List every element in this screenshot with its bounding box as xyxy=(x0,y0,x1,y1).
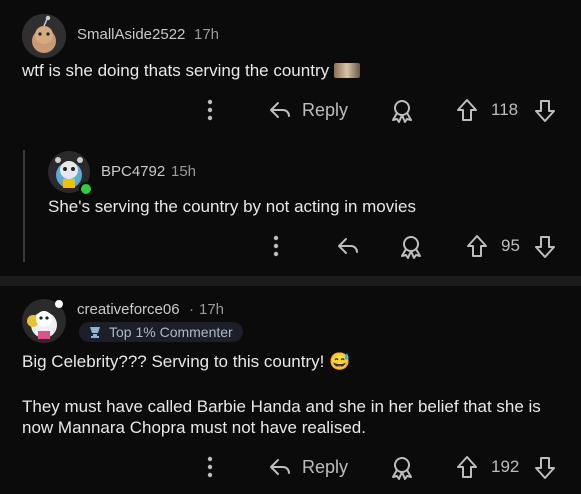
award-icon[interactable] xyxy=(389,98,415,124)
thread-line[interactable] xyxy=(23,150,25,262)
vote-count: 95 xyxy=(501,236,520,255)
downvote-button[interactable] xyxy=(533,234,557,260)
comment-author[interactable]: BPC4792 xyxy=(101,163,165,180)
comment-text: now Mannara Chopra must not have realise… xyxy=(22,418,366,437)
comment-text: They must have called Barbie Handa and s… xyxy=(22,397,541,416)
badge-label: Top 1% Commenter xyxy=(109,324,233,340)
upvote-button[interactable] xyxy=(465,233,489,259)
downvote-icon xyxy=(533,98,557,124)
reply-button[interactable]: Reply xyxy=(268,98,348,122)
upvote-button[interactable] xyxy=(455,97,479,123)
online-status-dot xyxy=(55,300,63,308)
downvote-icon xyxy=(533,455,557,481)
downvote-button[interactable] xyxy=(533,455,557,481)
online-status-dot xyxy=(79,182,93,196)
more-icon[interactable] xyxy=(204,455,216,479)
comment-text: Big Celebrity??? Serving to this country… xyxy=(22,352,351,371)
reply-icon xyxy=(336,234,360,258)
embedded-image[interactable] xyxy=(333,63,360,78)
comment-divider xyxy=(0,276,581,286)
award-icon[interactable] xyxy=(389,455,415,481)
upvote-button[interactable] xyxy=(455,454,479,480)
reply-icon xyxy=(268,98,292,122)
upvote-icon xyxy=(465,233,489,259)
reply-label: Reply xyxy=(302,99,349,120)
reply-button[interactable]: Reply xyxy=(268,455,348,479)
comment-time: 17h xyxy=(199,301,225,318)
award-icon[interactable] xyxy=(398,234,424,260)
comment-time: 15h xyxy=(171,163,197,180)
vote-count: 118 xyxy=(491,100,519,119)
comment-author[interactable]: creativeforce06 xyxy=(77,301,180,318)
downvote-icon xyxy=(533,234,557,260)
comment-text: wtf is she doing thats serving the count… xyxy=(22,61,330,80)
comment-text: She's serving the country by not acting … xyxy=(48,197,416,216)
separator-dot: · xyxy=(189,301,194,318)
upvote-icon xyxy=(455,97,479,123)
vote-count: 192 xyxy=(491,457,520,476)
comment-author[interactable]: SmallAside2522 xyxy=(77,26,185,43)
more-icon[interactable] xyxy=(270,234,282,258)
reply-label: Reply xyxy=(302,456,349,477)
reply-button[interactable] xyxy=(336,234,360,258)
reply-icon xyxy=(268,455,292,479)
avatar[interactable] xyxy=(22,14,66,58)
comment-time: 17h xyxy=(194,26,220,43)
downvote-button[interactable] xyxy=(533,98,557,124)
status-badge[interactable]: Top 1% Commenter xyxy=(79,322,243,342)
trophy-icon xyxy=(87,325,103,339)
upvote-icon xyxy=(455,454,479,480)
comment-body: wtf is she doing thats serving the count… xyxy=(22,60,360,81)
more-icon[interactable] xyxy=(204,98,216,122)
